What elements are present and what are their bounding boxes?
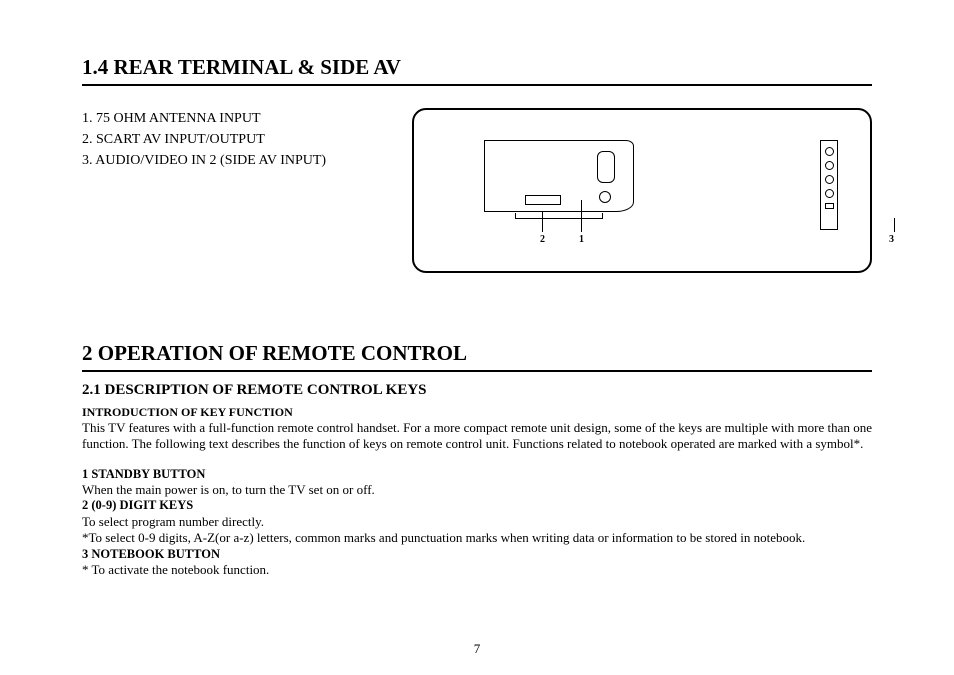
key-1-title: 1 STANDBY BUTTON [82, 467, 872, 483]
terminal-list: 1. 75 OHM ANTENNA INPUT 2. SCART AV INPU… [82, 108, 372, 171]
section-2-1-heading: 2.1 DESCRIPTION OF REMOTE CONTROL KEYS [82, 382, 872, 399]
section-2: 2 OPERATION OF REMOTE CONTROL 2.1 DESCRI… [82, 341, 872, 578]
av-jack-icon [825, 175, 834, 184]
section-1-heading: 1.4 REAR TERMINAL & SIDE AV [82, 55, 872, 80]
key-3-title: 3 NOTEBOOK BUTTON [82, 547, 872, 563]
antenna-connector-icon [599, 191, 611, 203]
intro-body: This TV features with a full-function re… [82, 420, 872, 453]
diagram-pointer-1 [581, 200, 582, 232]
key-1-line-1: When the main power is on, to turn the T… [82, 482, 872, 498]
diagram-pointer-3 [894, 218, 895, 232]
intro-title: INTRODUCTION OF KEY FUNCTION [82, 405, 872, 420]
section-2-rule [82, 370, 872, 372]
section-1-rule [82, 84, 872, 86]
av-jack-icon [825, 161, 834, 170]
diagram-label-2: 2 [540, 234, 545, 245]
rear-terminal-diagram: 2 1 3 [412, 108, 872, 273]
key-2-title: 2 (0-9) DIGIT KEYS [82, 498, 872, 514]
av-jack-icon [825, 203, 834, 209]
diagram-label-3: 3 [889, 234, 894, 245]
key-2-line-1: To select program number directly. [82, 514, 872, 530]
tv-rear-outline [484, 140, 634, 212]
key-2-line-2: *To select 0-9 digits, A-Z(or a-z) lette… [82, 530, 872, 546]
key-3-line-1: * To activate the notebook function. [82, 562, 872, 578]
tv-rear-bulge [597, 151, 615, 183]
page-number: 7 [0, 641, 954, 657]
diagram-label-1: 1 [579, 234, 584, 245]
terminal-item-2: 2. SCART AV INPUT/OUTPUT [82, 129, 372, 150]
av-jack-icon [825, 189, 834, 198]
diagram-pointer-2 [542, 212, 543, 232]
section-2-heading: 2 OPERATION OF REMOTE CONTROL [82, 341, 872, 366]
document-page: 1.4 REAR TERMINAL & SIDE AV 1. 75 OHM AN… [0, 0, 954, 675]
side-av-panel-icon [820, 140, 838, 230]
tv-stand-icon [515, 213, 603, 219]
av-jack-icon [825, 147, 834, 156]
scart-connector-icon [525, 195, 561, 205]
section-1-content: 1. 75 OHM ANTENNA INPUT 2. SCART AV INPU… [82, 108, 872, 273]
terminal-item-3: 3. AUDIO/VIDEO IN 2 (SIDE AV INPUT) [82, 150, 372, 171]
terminal-item-1: 1. 75 OHM ANTENNA INPUT [82, 108, 372, 129]
